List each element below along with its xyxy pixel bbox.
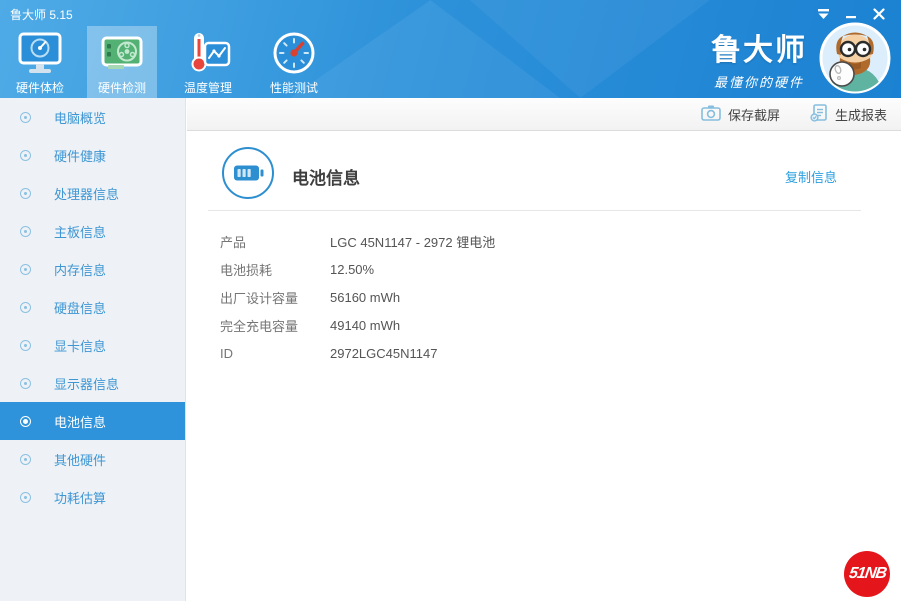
sidebar-item-battery[interactable]: 电池信息 [0, 402, 185, 440]
sidebar: 电脑概览 硬件健康 处理器信息 主板信息 内存信息 硬盘信息 显卡信息 显示器信… [0, 98, 186, 601]
battery-info-table: 产品 LGC 45N1147 - 2972 锂电池 电池损耗 12.50% 出厂… [220, 227, 861, 367]
tab-hardware-detect[interactable]: 硬件检测 [87, 26, 157, 98]
info-row-product: 产品 LGC 45N1147 - 2972 锂电池 [220, 227, 861, 255]
app-header: 鲁大师 5.15 硬件体检 硬件检测 温度管理 性能测试 鲁大师 最懂你的硬件 [0, 0, 901, 98]
info-row-full-charge-capacity: 完全充电容量 49140 mWh [220, 311, 861, 339]
radio-bullet-icon [20, 377, 31, 389]
radio-bullet-icon [20, 415, 31, 427]
row-value: LGC 45N1147 - 2972 锂电池 [330, 234, 496, 250]
info-row-design-capacity: 出厂设计容量 56160 mWh [220, 283, 861, 311]
tab-label: 温度管理 [183, 81, 232, 95]
sidebar-item-label: 硬件健康 [54, 148, 107, 164]
section-divider [208, 210, 861, 211]
radio-bullet-icon [20, 225, 31, 237]
tab-label: 硬件检测 [97, 81, 146, 95]
info-row-id: ID 2972LGC45N1147 [220, 339, 861, 367]
radio-bullet-icon [20, 339, 31, 351]
gpu-card-icon [99, 30, 145, 76]
row-label: 电池损耗 [220, 262, 273, 278]
row-label: 产品 [220, 234, 247, 250]
radio-bullet-icon [20, 263, 31, 275]
sidebar-item-display[interactable]: 显示器信息 [0, 364, 185, 402]
row-label: 出厂设计容量 [220, 290, 299, 306]
window-controls [813, 5, 889, 23]
brand-area: 鲁大师 最懂你的硬件 [711, 22, 891, 94]
sidebar-item-disk[interactable]: 硬盘信息 [0, 288, 185, 326]
radio-bullet-icon [20, 111, 31, 123]
close-icon[interactable] [869, 5, 889, 23]
row-label: ID [220, 345, 233, 361]
sidebar-item-label: 功耗估算 [54, 490, 107, 506]
radio-bullet-icon [20, 453, 31, 465]
sidebar-item-label: 处理器信息 [54, 186, 120, 202]
brand-tagline: 最懂你的硬件 [713, 75, 804, 90]
main-nav-tabs: 硬件体检 硬件检测 温度管理 性能测试 [5, 26, 329, 98]
tab-label: 性能测试 [269, 81, 318, 95]
51nb-logo: 51NB [844, 551, 890, 597]
radio-bullet-icon [20, 149, 31, 161]
row-value: 12.50% [330, 261, 375, 277]
sidebar-item-memory[interactable]: 内存信息 [0, 250, 185, 288]
sidebar-item-label: 显示器信息 [54, 376, 120, 392]
main-content: 电池信息 复制信息 产品 LGC 45N1147 - 2972 锂电池 电池损耗… [187, 131, 901, 601]
save-screenshot-button[interactable]: 保存截屏 [701, 104, 780, 124]
report-icon [810, 103, 828, 125]
window-title: 鲁大师 5.15 [10, 8, 73, 22]
sidebar-item-label: 硬盘信息 [54, 300, 107, 316]
51nb-logo-text: 51NB [847, 565, 887, 582]
tab-temperature[interactable]: 温度管理 [173, 26, 243, 98]
copy-info-link[interactable]: 复制信息 [785, 167, 837, 186]
sidebar-item-label: 其他硬件 [54, 452, 107, 468]
app-window: 鲁大师 5.15 硬件体检 硬件检测 温度管理 性能测试 鲁大师 最懂你的硬件 … [0, 0, 901, 601]
row-value: 2972LGC45N1147 [330, 345, 438, 361]
sidebar-item-label: 内存信息 [54, 262, 107, 278]
brand-logo-text: 鲁大师 [711, 34, 807, 67]
row-value: 49140 mWh [330, 317, 401, 333]
sidebar-item-gpu[interactable]: 显卡信息 [0, 326, 185, 364]
button-label: 保存截屏 [727, 107, 780, 123]
camera-icon [701, 104, 721, 124]
tab-label: 硬件体检 [15, 81, 64, 95]
sidebar-item-cpu[interactable]: 处理器信息 [0, 174, 185, 212]
sidebar-item-motherboard[interactable]: 主板信息 [0, 212, 185, 250]
row-value: 56160 mWh [330, 289, 401, 305]
sidebar-item-health[interactable]: 硬件健康 [0, 136, 185, 174]
thermometer-chart-icon [185, 30, 231, 76]
sidebar-item-power-estimate[interactable]: 功耗估算 [0, 478, 185, 516]
sidebar-item-label: 主板信息 [54, 224, 107, 240]
sidebar-item-label: 电池信息 [54, 414, 107, 430]
sidebar-item-overview[interactable]: 电脑概览 [0, 98, 185, 136]
radio-bullet-icon [20, 187, 31, 199]
sidebar-item-label: 显卡信息 [54, 338, 107, 354]
generate-report-button[interactable]: 生成报表 [810, 103, 887, 125]
sidebar-item-other-hardware[interactable]: 其他硬件 [0, 440, 185, 478]
content-toolbar: 保存截屏 生成报表 [187, 98, 901, 131]
radio-bullet-icon [20, 491, 31, 503]
menu-chevron-icon[interactable] [813, 5, 833, 23]
sidebar-item-label: 电脑概览 [54, 110, 107, 126]
radio-bullet-icon [20, 301, 31, 313]
tab-hardware-checkup[interactable]: 硬件体检 [5, 26, 75, 98]
section-title: 电池信息 [292, 169, 360, 188]
row-label: 完全充电容量 [220, 318, 299, 334]
info-row-wear-level: 电池损耗 12.50% [220, 255, 861, 283]
monitor-radar-icon [17, 30, 63, 76]
battery-icon [222, 147, 274, 199]
gauge-icon [271, 30, 317, 76]
minimize-icon[interactable] [841, 5, 861, 23]
tab-benchmark[interactable]: 性能测试 [259, 26, 329, 98]
button-label: 生成报表 [834, 107, 887, 123]
mascot-avatar [819, 22, 891, 94]
